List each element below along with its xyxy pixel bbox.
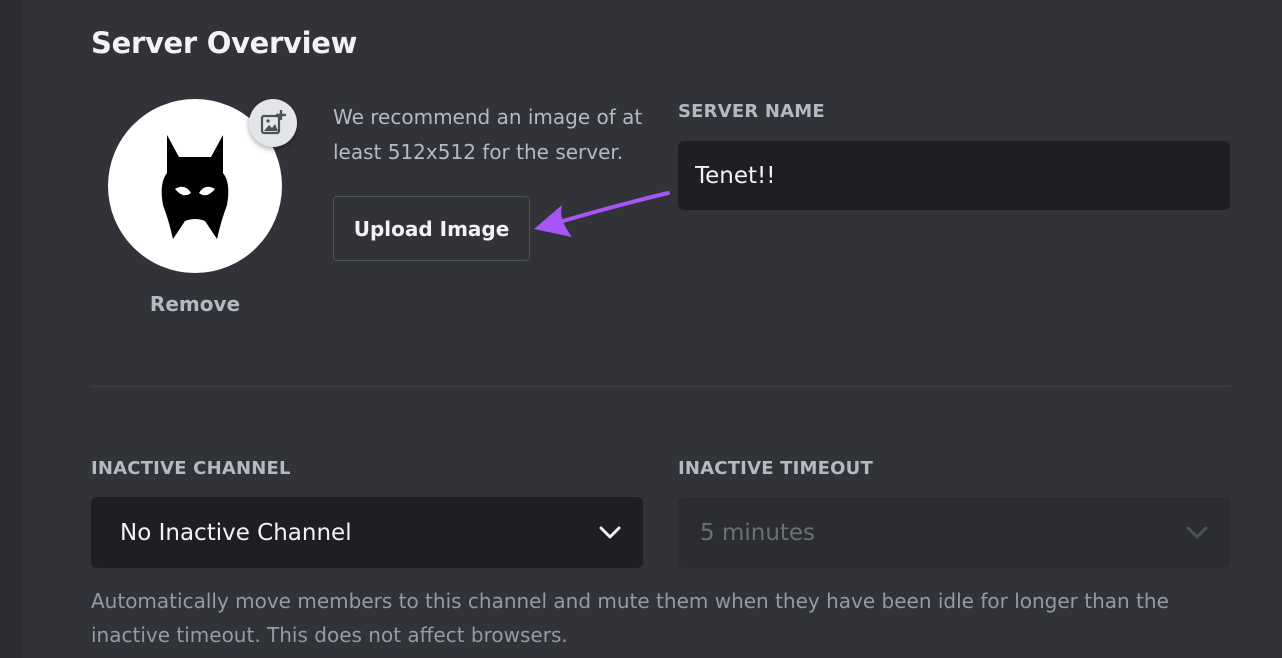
inactive-channel-select[interactable]: No Inactive Channel <box>91 497 643 568</box>
inactive-timeout-select[interactable]: 5 minutes <box>678 497 1230 568</box>
inactive-channel-label: INACTIVE CHANNEL <box>91 458 291 479</box>
inactive-timeout-label: INACTIVE TIMEOUT <box>678 458 873 479</box>
chevron-down-icon <box>599 526 621 538</box>
inactive-timeout-value: 5 minutes <box>700 519 816 546</box>
section-divider <box>91 386 1230 387</box>
image-recommendation-text: We recommend an image of at least 512x51… <box>333 105 643 164</box>
image-plus-icon <box>260 110 286 135</box>
inactive-channel-value: No Inactive Channel <box>120 519 352 546</box>
arrow-icon <box>534 191 670 237</box>
server-icon-uploader <box>108 99 297 273</box>
sidebar-edge <box>0 0 22 658</box>
add-image-button[interactable] <box>249 99 297 147</box>
page-title: Server Overview <box>91 26 358 60</box>
server-name-label: SERVER NAME <box>678 101 825 122</box>
server-name-input[interactable] <box>678 141 1230 210</box>
chevron-down-icon <box>1186 526 1208 538</box>
upload-image-button[interactable]: Upload Image <box>333 196 530 261</box>
inactive-help-text: Automatically move members to this chann… <box>91 589 1169 647</box>
remove-icon-button[interactable]: Remove <box>108 292 282 316</box>
bat-mask-icon <box>161 135 229 239</box>
